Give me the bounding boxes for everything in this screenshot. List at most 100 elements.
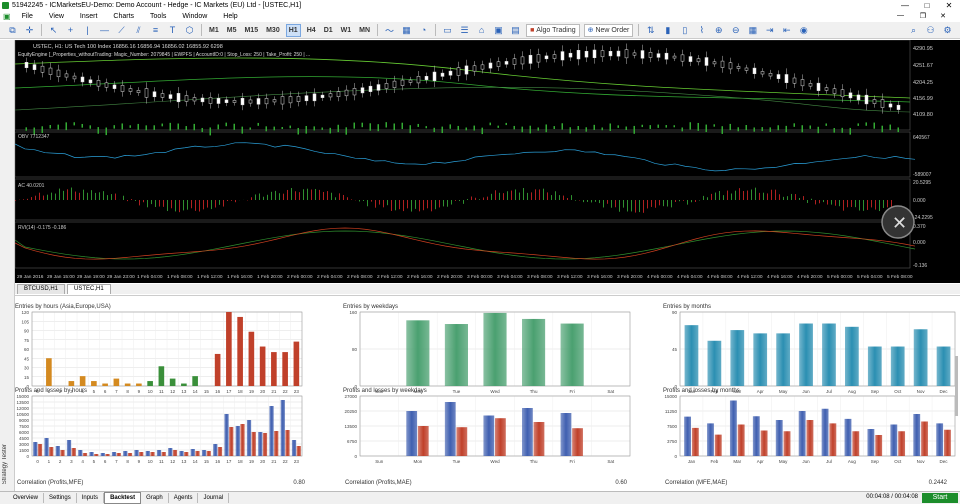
screenshot-icon[interactable]: ◉ xyxy=(797,24,810,37)
tab-inputs[interactable]: Inputs xyxy=(77,493,105,503)
zoom-in-icon[interactable]: ⊕ xyxy=(712,24,725,37)
shapes-icon[interactable]: ⬡ xyxy=(183,24,196,37)
trendline-icon[interactable]: ⟋ xyxy=(115,24,128,37)
crosshair-icon[interactable]: ✛ xyxy=(23,24,36,37)
tab-agents[interactable]: Agents xyxy=(169,493,199,503)
tab-backtest[interactable]: Backtest xyxy=(104,492,142,504)
menu-help[interactable]: Help xyxy=(215,13,245,20)
text-icon[interactable]: T xyxy=(166,24,179,37)
tf-m15[interactable]: M15 xyxy=(242,24,260,37)
ac-bar xyxy=(259,193,260,200)
chart-tab-btcusd[interactable]: BTCUSD,H1 xyxy=(17,284,66,294)
menu-view[interactable]: View xyxy=(41,13,72,20)
minimize-button[interactable]: — xyxy=(894,0,916,11)
tab-graph[interactable]: Graph xyxy=(141,493,169,503)
tab-settings[interactable]: Settings xyxy=(44,493,77,503)
menu-charts[interactable]: Charts xyxy=(105,13,142,20)
menu-insert[interactable]: Insert xyxy=(72,13,106,20)
templates-icon[interactable]: ▦ xyxy=(400,24,413,37)
price-label: 4204.25 xyxy=(913,80,933,86)
time-label: 5 Feb 00:00 xyxy=(827,274,853,280)
ac-bar xyxy=(159,200,160,207)
tf-d1[interactable]: D1 xyxy=(322,24,335,37)
tf-m5[interactable]: M5 xyxy=(225,24,239,37)
minimize-child-button[interactable]: — xyxy=(889,12,912,19)
x-tick-label: Jul xyxy=(826,459,832,464)
horizontal-line-icon[interactable]: — xyxy=(98,24,111,37)
close-child-button[interactable]: ✕ xyxy=(932,12,954,20)
chart-type-icon[interactable]: ◔ xyxy=(417,24,430,37)
new-order-button[interactable]: ⊕ New Order xyxy=(583,23,634,37)
algo-trading-button[interactable]: ■ Algo Trading xyxy=(526,23,580,37)
zoom-out-icon[interactable]: ⊖ xyxy=(729,24,742,37)
cursor-icon[interactable]: ↖ xyxy=(47,24,60,37)
autoscroll-icon[interactable]: ⇥ xyxy=(763,24,776,37)
ac-scale-bottom: -24.2295 xyxy=(913,215,933,221)
new-chart-icon[interactable]: ⧉ xyxy=(6,24,19,37)
candle xyxy=(224,99,229,103)
x-tick-label: 22 xyxy=(283,459,289,464)
tf-h1[interactable]: H1 xyxy=(285,23,301,37)
signals-icon[interactable]: ⚙ xyxy=(941,24,954,37)
bar-chart-icon[interactable]: ▮ xyxy=(661,24,674,37)
x-tick-label: 7 xyxy=(115,389,118,394)
chart-tab-ustec[interactable]: USTEC,H1 xyxy=(67,284,111,294)
data-window-icon[interactable]: ☰ xyxy=(458,24,471,37)
month-entry-bar xyxy=(822,323,836,386)
tf-w1[interactable]: W1 xyxy=(339,24,354,37)
tab-overview[interactable]: Overview xyxy=(8,493,45,503)
tester-icon[interactable]: ▤ xyxy=(509,24,522,37)
restore-child-button[interactable]: ❐ xyxy=(912,12,934,20)
indicators-icon[interactable]: 〜 xyxy=(383,24,396,37)
fibonacci-icon[interactable]: ≡ xyxy=(149,24,162,37)
menu-file[interactable]: File xyxy=(14,13,41,20)
ac-bar xyxy=(279,193,280,200)
grid-icon[interactable]: ▦ xyxy=(746,24,759,37)
volume-bar xyxy=(825,123,827,126)
channel-icon[interactable]: ⫽ xyxy=(132,24,145,37)
menu-window[interactable]: Window xyxy=(174,13,215,20)
chart-shift-icon[interactable]: ⇤ xyxy=(780,24,793,37)
x-tick-label: Sun xyxy=(375,459,384,464)
menu-tools[interactable]: Tools xyxy=(142,13,174,20)
search-icon[interactable]: ⌕ xyxy=(907,24,920,37)
line-chart-icon[interactable]: ⌇ xyxy=(695,24,708,37)
account-icon[interactable]: ⚇ xyxy=(924,24,937,37)
navigator-icon[interactable]: ⌂ xyxy=(475,24,488,37)
chart-canvas[interactable]: USTEC, H1: US Tech 100 Index 16856.16 16… xyxy=(15,40,960,283)
candles-icon[interactable]: ▯ xyxy=(678,24,691,37)
ac-bar xyxy=(203,200,204,210)
maximize-button[interactable]: □ xyxy=(916,0,938,11)
tf-m1[interactable]: M1 xyxy=(207,24,221,37)
candle xyxy=(792,77,797,84)
time-label: 4 Feb 16:00 xyxy=(767,274,793,280)
volume-bar xyxy=(833,127,835,133)
ac-bar xyxy=(43,195,44,200)
ac-bar xyxy=(87,192,88,200)
chart-close-widget[interactable]: ✕ xyxy=(881,205,915,239)
depth-of-market-icon[interactable]: ⇅ xyxy=(644,24,657,37)
time-label: 3 Feb 16:00 xyxy=(587,274,613,280)
ac-bar xyxy=(51,192,52,200)
vertical-line-icon[interactable]: | xyxy=(81,24,94,37)
terminal-icon[interactable]: ▣ xyxy=(492,24,505,37)
crosshair-tool-icon[interactable]: + xyxy=(64,24,77,37)
tf-h4[interactable]: H4 xyxy=(305,24,318,37)
candle xyxy=(520,56,525,65)
market-watch-icon[interactable]: ▭ xyxy=(441,24,454,37)
tab-journal[interactable]: Journal xyxy=(198,493,230,503)
start-button[interactable]: Start xyxy=(922,493,958,503)
close-window-button[interactable]: ✕ xyxy=(938,0,960,11)
ac-bar xyxy=(751,189,752,200)
report-scrollbar[interactable] xyxy=(955,356,958,416)
ac-bar xyxy=(135,200,136,201)
tf-mn[interactable]: MN xyxy=(357,24,372,37)
hour-loss-bar xyxy=(71,448,76,456)
ac-bar xyxy=(143,200,144,203)
candle xyxy=(584,50,589,58)
hour-profit-bar xyxy=(89,452,94,456)
tf-m30[interactable]: M30 xyxy=(264,24,282,37)
price-chart[interactable]: USTEC, H1: US Tech 100 Index 16856.16 16… xyxy=(15,40,960,283)
backtest-report: Entries by hours (Asia,Europe,USA) 120 105… xyxy=(15,295,960,490)
ac-bar xyxy=(459,200,460,202)
